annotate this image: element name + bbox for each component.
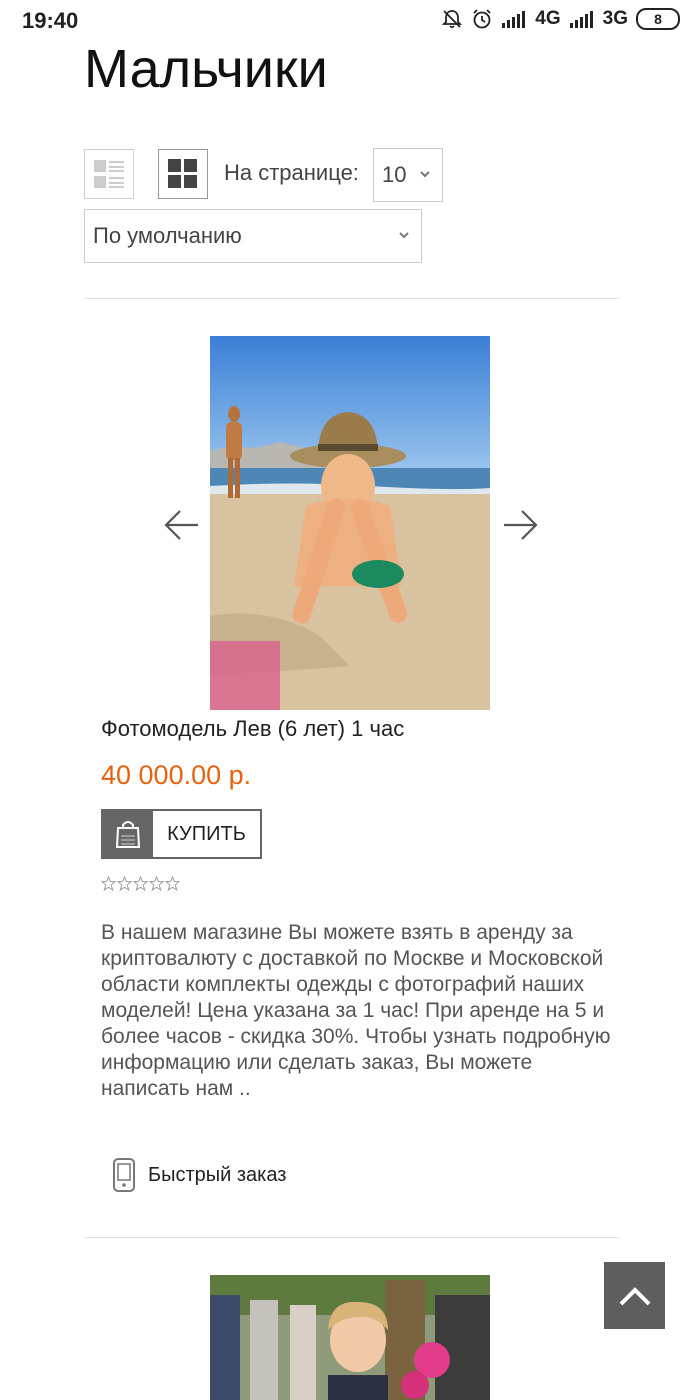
signal-icon: [502, 11, 526, 28]
chevron-up-icon: [619, 1286, 650, 1305]
alarm-icon: [473, 9, 491, 29]
battery-icon: 8: [636, 8, 680, 30]
buy-button-label: КУПИТЬ: [167, 822, 246, 845]
star-icon: [117, 876, 132, 891]
chevron-down-icon: [420, 171, 430, 178]
product-name[interactable]: Фотомодель Лев (6 лет) 1 час: [101, 716, 404, 742]
per-page-select[interactable]: 10: [373, 148, 443, 202]
status-icons: 4G 3G 8: [441, 8, 680, 30]
network-type-2: 3G: [602, 8, 628, 29]
quick-order-label: Быстрый заказ: [148, 1163, 287, 1186]
arrow-right-icon[interactable]: [500, 505, 540, 545]
network-type-1: 4G: [535, 8, 561, 29]
product-description: В нашем магазине Вы можете взять в аренд…: [101, 921, 611, 1100]
grid-view-icon: [168, 159, 197, 188]
quick-order-link[interactable]: Быстрый заказ: [112, 1158, 286, 1192]
arrow-left-icon[interactable]: [162, 505, 202, 545]
per-page-value: 10: [382, 162, 407, 187]
sort-select[interactable]: По умолчанию: [84, 209, 422, 263]
buy-button[interactable]: КУПИТЬ: [101, 809, 262, 859]
status-bar: 19:40 4G 3G 8: [0, 0, 700, 42]
page-title: Мальчики: [84, 39, 328, 99]
product-rating: [101, 876, 180, 891]
buy-icon-container: [103, 811, 153, 857]
product-image-next[interactable]: [210, 1275, 490, 1400]
product-photo: [210, 1275, 490, 1400]
product-price: 40 000.00 р.: [101, 760, 252, 790]
sort-value: По умолчанию: [93, 223, 242, 248]
star-icon: [101, 876, 116, 891]
product-photo: [210, 336, 490, 710]
per-page-label: На странице:: [224, 160, 359, 185]
signal-icon: [569, 11, 593, 28]
list-view-icon: [94, 160, 124, 188]
product-image[interactable]: [210, 336, 490, 710]
star-icon: [149, 876, 164, 891]
scroll-to-top-button[interactable]: [604, 1262, 665, 1329]
star-icon: [165, 876, 180, 891]
grid-view-button[interactable]: [158, 149, 208, 199]
shopping-bag-icon: [115, 821, 141, 848]
status-time: 19:40: [22, 8, 79, 33]
bell-off-icon: [442, 10, 463, 29]
chevron-down-icon: [399, 232, 409, 239]
star-icon: [133, 876, 148, 891]
phone-icon: [113, 1158, 135, 1192]
divider: [84, 298, 619, 299]
list-view-button[interactable]: [84, 149, 134, 199]
divider: [84, 1237, 619, 1238]
